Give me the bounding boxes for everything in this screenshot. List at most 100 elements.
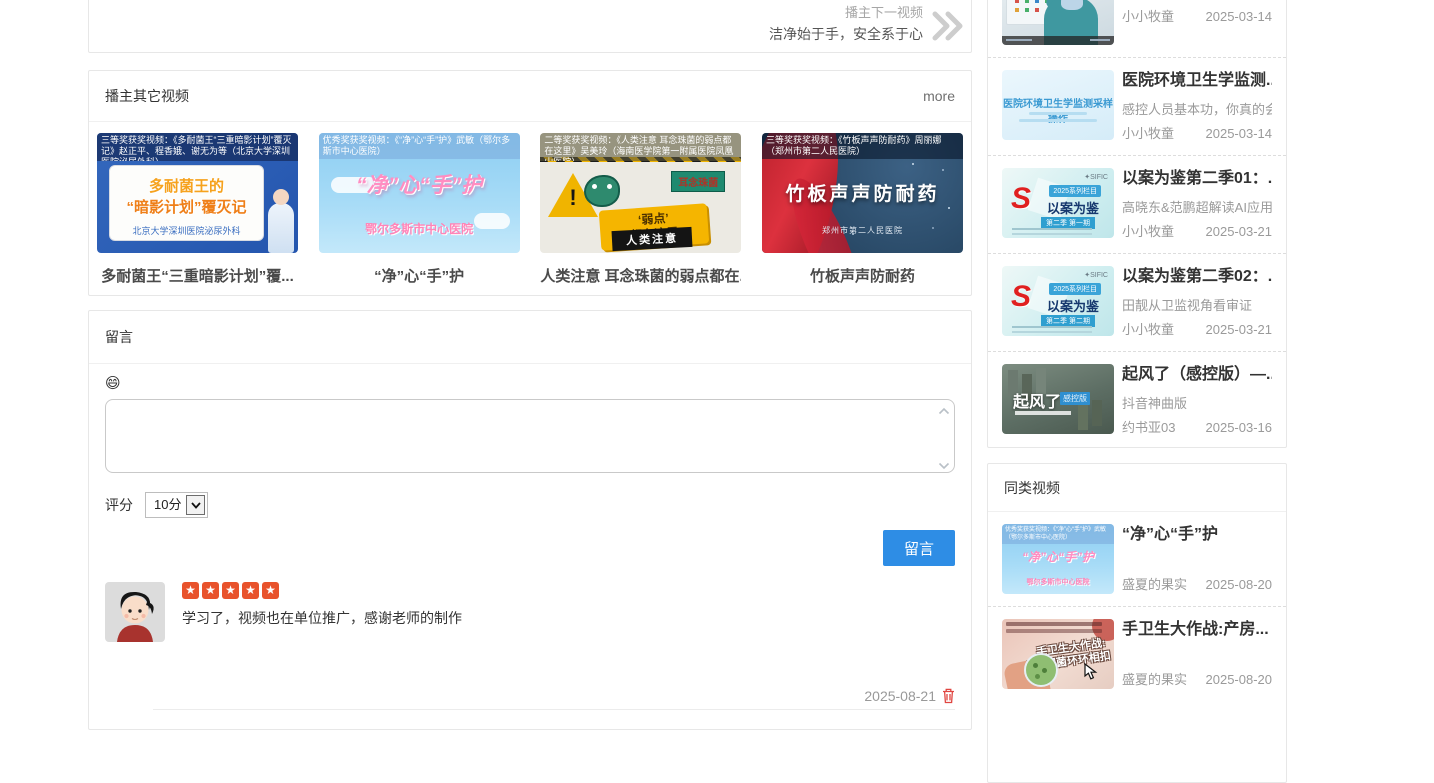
video-author[interactable]: 小小牧童 xyxy=(1122,125,1174,143)
video-author[interactable]: 盛夏的果实 xyxy=(1122,671,1187,689)
thumbnail-art: 多耐菌王的 “暗影计划”覆灭记 北京大学深圳医院泌尿外科 xyxy=(109,165,264,241)
video-date: 2025-03-21 xyxy=(1206,321,1273,339)
star-icon: ★ xyxy=(182,582,199,599)
sidebar-video-item[interactable]: 细节多多! 小小牧童 2025-03-14 xyxy=(988,0,1286,57)
star-icon: ★ xyxy=(262,582,279,599)
comments-panel: 留言 😄 评分 10分 留言 xyxy=(88,310,972,730)
thumbnail-art: “净”心“手”护 xyxy=(1002,548,1114,565)
thumbnail-art: 竹板声声防耐药 xyxy=(762,179,963,206)
video-title[interactable]: 人类注意 耳念珠菌的弱点都在... xyxy=(540,265,741,286)
comment-input[interactable] xyxy=(105,399,955,473)
sific-logo: ✦SIFIC xyxy=(1084,173,1108,181)
video-author[interactable]: 小小牧童 xyxy=(1122,321,1174,339)
video-thumbnail[interactable]: S ✦SIFIC 2025系列栏目 以案为鉴 第二季 第一期 xyxy=(1002,168,1114,238)
video-title[interactable]: 起风了（感控版）—... xyxy=(1122,364,1272,386)
video-thumbnail[interactable]: 三等奖获奖视频：《竹板声声防耐药》周丽娜（郑州市第二人民医院） 竹板声声防耐药 … xyxy=(762,133,963,253)
emoji-picker-icon[interactable]: 😄 xyxy=(105,376,121,392)
rating-select[interactable]: 10分 xyxy=(145,492,208,518)
sidebar-video-item[interactable]: S ✦SIFIC 2025系列栏目 以案为鉴 第二季 第一期 以案为鉴第二季01… xyxy=(988,155,1286,253)
video-thumbnail[interactable] xyxy=(1002,0,1114,45)
nurse-figure xyxy=(1061,0,1083,10)
sific-logo: ✦SIFIC xyxy=(1084,271,1108,279)
video-author[interactable]: 盛夏的果实 xyxy=(1122,576,1187,594)
network-dots xyxy=(912,163,914,165)
video-subtitle: 田靓从卫监视角看审证 xyxy=(1122,295,1272,314)
comment-date: 2025-08-21 xyxy=(864,688,936,704)
next-video-title[interactable]: 洁净始于手，安全系于心 xyxy=(769,25,923,43)
next-video-label: 播主下一视频 xyxy=(845,5,923,20)
video-subtitle: 细节多多! xyxy=(1122,0,1272,1)
video-thumbnail[interactable]: 医院环境卫生学监测采样操作 xyxy=(1002,70,1114,140)
thumbnail-caption: 优秀奖获奖视频：《“净”心“手”护》武敏（鄂尔多斯市中心医院） xyxy=(1002,524,1114,544)
video-thumbnail[interactable]: 优秀奖获奖视频：《“净”心“手”护》武敏（鄂尔多斯市中心医院） “净”心“手”护… xyxy=(1002,524,1114,594)
video-title[interactable]: 手卫生大作战:产房... xyxy=(1122,619,1272,641)
thumbnail-art: S xyxy=(1011,280,1031,314)
video-author[interactable]: 小小牧童 xyxy=(1122,8,1174,26)
rating-label: 评分 xyxy=(105,495,133,515)
video-title[interactable]: 医院环境卫生学监测... xyxy=(1122,70,1272,92)
comments-header: 留言 xyxy=(89,311,971,364)
video-date: 2025-03-21 xyxy=(1206,223,1273,241)
sidebar-video-item[interactable]: 手卫生大作战: 产房细菌环环相扣 手卫生大作战:产房... 盛夏的果实 2025… xyxy=(988,606,1286,701)
video-thumbnail[interactable]: 手卫生大作战: 产房细菌环环相扣 xyxy=(1002,619,1114,689)
uploader-other-videos-panel: 播主其它视频 more 三等奖获奖视频：《多耐菌王“三重暗影计划”覆灭记》赵正平… xyxy=(88,70,972,296)
video-title[interactable]: 竹板声声防耐药 xyxy=(762,265,963,286)
video-thumbnail[interactable]: 三等奖获奖视频：《多耐菌王“三重暗影计划”覆灭记》赵正平、程香娥、谢无为等（北京… xyxy=(97,133,298,253)
thumbnail-caption: 三等奖获奖视频：《竹板声声防耐药》周丽娜（郑州市第二人民医院） xyxy=(762,133,963,159)
more-link[interactable]: more xyxy=(923,88,955,104)
video-title[interactable]: “净”心“手”护 xyxy=(319,265,520,286)
sidebar-video-item[interactable]: S ✦SIFIC 2025系列栏目 以案为鉴 第二季 第二期 以案为鉴第二季02… xyxy=(988,253,1286,351)
comment-star-rating: ★ ★ ★ ★ ★ xyxy=(182,582,462,599)
video-card[interactable]: 三等奖获奖视频：《多耐菌王“三重暗影计划”覆灭记》赵正平、程香娥、谢无为等（北京… xyxy=(97,133,298,286)
similar-videos-header: 同类视频 xyxy=(1004,478,1060,498)
thumbnail-caption xyxy=(1006,622,1102,626)
next-video-panel[interactable]: 播主下一视频 洁净始于手，安全系于心 xyxy=(88,0,972,53)
rating-selected-value: 10分 xyxy=(148,495,186,515)
video-thumbnail[interactable]: 二等奖获奖视频：《人类注意 耳念珠菌的弱点都在这里》吴美玲（海南医学院第一附属医… xyxy=(540,133,741,253)
thumbnail-art: 起风了 xyxy=(1013,388,1061,412)
video-date: 2025-08-20 xyxy=(1206,671,1273,689)
video-thumbnail[interactable]: 起风了 感控版 xyxy=(1002,364,1114,434)
sidebar-video-item[interactable]: 优秀奖获奖视频：《“净”心“手”护》武敏（鄂尔多斯市中心医院） “净”心“手”护… xyxy=(988,512,1286,606)
cursor-icon xyxy=(1083,663,1098,685)
video-title[interactable]: 多耐菌王“三重暗影计划”覆... xyxy=(97,265,298,286)
video-title[interactable]: 以案为鉴第二季01：... xyxy=(1122,168,1272,190)
video-card[interactable]: 优秀奖获奖视频：《“净”心“手”护》武敏（鄂尔多斯市中心医院） “净”心“手”护… xyxy=(319,133,520,286)
thumbnail-art: “净”心“手”护 xyxy=(319,169,520,199)
germ-character xyxy=(584,175,620,207)
comment-item: ★ ★ ★ ★ ★ 学习了，视频也在单位推广，感谢老师的制作 xyxy=(105,582,955,642)
video-title[interactable]: “净”心“手”护 xyxy=(1122,524,1272,546)
delete-comment-icon[interactable] xyxy=(942,688,955,704)
star-icon: ★ xyxy=(202,582,219,599)
doctor-figure xyxy=(268,203,294,253)
germ-globe-shape xyxy=(1024,653,1058,687)
video-subtitle: 高晓东&范鹏超解读AI应用 xyxy=(1122,197,1272,216)
star-icon: ★ xyxy=(242,582,259,599)
thumbnail-caption: 三等奖获奖视频：《多耐菌王“三重暗影计划”覆灭记》赵正平、程香娥、谢无为等（北京… xyxy=(97,133,298,161)
video-date: 2025-08-20 xyxy=(1206,576,1273,594)
commenter-avatar xyxy=(105,582,165,642)
video-card[interactable]: 三等奖获奖视频：《竹板声声防耐药》周丽娜（郑州市第二人民医院） 竹板声声防耐药 … xyxy=(762,133,963,286)
comment-divider xyxy=(153,709,955,710)
select-dropdown-icon[interactable] xyxy=(186,495,205,515)
video-date: 2025-03-16 xyxy=(1206,419,1273,437)
submit-comment-button[interactable]: 留言 xyxy=(883,530,955,566)
comment-text: 学习了，视频也在单位推广，感谢老师的制作 xyxy=(182,608,462,628)
double-chevron-right-icon[interactable] xyxy=(931,11,965,46)
sidebar-video-item[interactable]: 起风了 感控版 起风了（感控版）—... 抖音神曲版 约书亚03 2025-03… xyxy=(988,351,1286,449)
video-thumbnail[interactable]: 优秀奖获奖视频：《“净”心“手”护》武敏（鄂尔多斯市中心医院） “净”心“手”护… xyxy=(319,133,520,253)
thumbnail-caption: 二等奖获奖视频：《人类注意 耳念珠菌的弱点都在这里》吴美玲（海南医学院第一附属医… xyxy=(540,133,741,161)
video-author[interactable]: 小小牧童 xyxy=(1122,223,1174,241)
video-card[interactable]: 二等奖获奖视频：《人类注意 耳念珠菌的弱点都在这里》吴美玲（海南医学院第一附属医… xyxy=(540,133,741,286)
video-thumbnail[interactable]: S ✦SIFIC 2025系列栏目 以案为鉴 第二季 第二期 xyxy=(1002,266,1114,336)
thumbnail-caption: 优秀奖获奖视频：《“净”心“手”护》武敏（鄂尔多斯市中心医院） xyxy=(319,133,520,159)
star-icon: ★ xyxy=(222,582,239,599)
video-date: 2025-03-14 xyxy=(1206,125,1273,143)
sidebar-similar-videos-panel: 同类视频 优秀奖获奖视频：《“净”心“手”护》武敏（鄂尔多斯市中心医院） “净”… xyxy=(987,463,1287,783)
player-bar xyxy=(1002,36,1114,45)
video-title[interactable]: 以案为鉴第二季02：... xyxy=(1122,266,1272,288)
sidebar-video-item[interactable]: 医院环境卫生学监测采样操作 医院环境卫生学监测... 感控人员基本功，你真的会采… xyxy=(988,57,1286,155)
thumbnail-art: S xyxy=(1011,182,1031,216)
video-author[interactable]: 约书亚03 xyxy=(1122,419,1175,437)
video-subtitle: 感控人员基本功，你真的会采 xyxy=(1122,99,1272,118)
